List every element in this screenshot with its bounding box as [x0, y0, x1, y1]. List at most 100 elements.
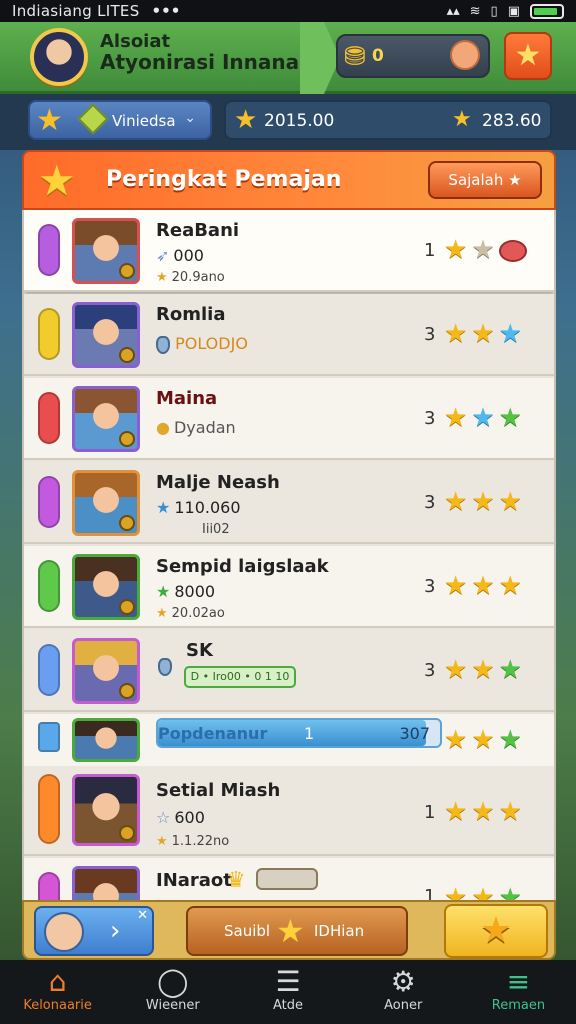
stat-secondary: ★ 20.02ao	[156, 606, 225, 621]
badge-icon	[119, 683, 135, 699]
play-video-button[interactable]: › ✕	[34, 906, 154, 956]
leaderboard-row[interactable]: SK D • Iro00 • 0 1 10 3 ★★★	[24, 630, 554, 712]
resource-bar: ★ Viniedsa ⌄ ★ 2015.00 ★ 283.60	[0, 94, 576, 150]
rank-number: 3	[424, 324, 436, 345]
gem-icon	[77, 103, 109, 135]
action-bar: › ✕ Sauibl ★ IDHian ★	[22, 900, 556, 960]
stat-secondary-value: 1.1.22no	[171, 834, 230, 849]
play-icon: ›	[110, 916, 121, 946]
header-arrow-decoration	[300, 22, 340, 94]
player-name: Alsoiat Atyonirasi Innanasi	[100, 32, 318, 73]
trophy-star-icon: ★	[38, 156, 76, 205]
stat-primary-value: 110.060	[174, 498, 241, 517]
avatar	[72, 718, 140, 762]
player-name: ReaBani	[156, 220, 240, 241]
rank-pill	[38, 560, 60, 612]
leaderboard-row[interactable]: Romlia POLODJO 3 ★★★	[24, 294, 554, 376]
carrier-label: Indiasiang LITES	[12, 2, 140, 20]
rank-number: 3	[424, 576, 436, 597]
header-star-button[interactable]: ★	[504, 32, 552, 80]
star-icon: ★	[444, 235, 472, 265]
badge-icon	[119, 515, 135, 531]
rank-pill	[38, 476, 60, 528]
status-dots: •••	[151, 2, 181, 20]
leaderboard-row[interactable]: Setial Miash ☆ 600 ★ 1.1.22no 1 ★★★	[24, 766, 554, 856]
star-icon: ★	[471, 487, 499, 517]
avatar	[44, 912, 84, 952]
stat-primary-value: Dyadan	[173, 418, 236, 437]
home-icon: ⌂	[48, 965, 67, 998]
leaderboard-row[interactable]: Sempid laigslaak ★ 8000 ★ 20.02ao 3 ★★★	[24, 546, 554, 628]
nav-item-5[interactable]: ≡ Remaen	[461, 960, 576, 1024]
avatar	[72, 470, 140, 536]
league-dropdown[interactable]: ★ Viniedsa ⌄	[28, 100, 212, 140]
star-icon: ★	[444, 403, 472, 433]
star-icon: ★	[444, 725, 472, 755]
stat-secondary-value: 20.9ano	[171, 270, 225, 285]
badge-icon	[119, 263, 135, 279]
leaderboard-row[interactable]: ReaBani ➶ 000 ★ 20.9ano 1 ★★	[24, 210, 554, 292]
progress-value-left: 1	[304, 724, 315, 743]
star-icon: ★	[156, 582, 171, 601]
player-name: SK	[186, 640, 213, 661]
character-face-icon	[450, 40, 480, 70]
badge-icon	[119, 431, 135, 447]
rank-pill	[38, 644, 60, 696]
leaderboard-row[interactable]: Maina ● Dyadan 3 ★★★	[24, 378, 554, 460]
player-name: Romlia	[156, 304, 226, 325]
filter-button[interactable]: Sajalah ★	[428, 161, 542, 199]
player-name: Setial Miash	[156, 780, 281, 801]
leaderboard-list[interactable]: ReaBani ➶ 000 ★ 20.9ano 1 ★★ Romlia POLODJ…	[22, 210, 556, 904]
avatar	[72, 218, 140, 284]
star-action-button[interactable]: ★	[444, 904, 548, 958]
status-bar: Indiasiang LITES ••• ▴▴ ≋ ▯ ▣	[0, 0, 576, 22]
player-name: Malje Neash	[156, 472, 280, 493]
stat-secondary-value: 20.02ao	[171, 606, 225, 621]
star-icon: ★	[452, 107, 472, 132]
gem-icon	[156, 335, 170, 354]
gear-icon: ⚙	[390, 965, 416, 998]
leaderboard-row[interactable]: INaraot ♛ 1 ★★★	[24, 858, 554, 904]
gold-value: 0	[372, 46, 384, 66]
nav-item-3[interactable]: ☰ Atde	[230, 960, 345, 1024]
leaderboard-row-current[interactable]: Popdenanur 1 307 ★★★	[24, 714, 554, 774]
search-icon: ◯	[157, 965, 189, 998]
rank-pill	[38, 308, 60, 360]
rank-number: 1	[424, 240, 436, 261]
nav-home[interactable]: ⌂ Kelonaarie	[0, 960, 115, 1024]
star-rating: ★★★	[444, 320, 526, 348]
bottom-nav: ⌂ Kelonaarie ◯ Wieener ☰ Atde ⚙ Aoner ≡ …	[0, 960, 576, 1024]
signal-icon: ▴▴	[446, 3, 460, 19]
star-icon: ★	[444, 655, 472, 685]
nav-item-3-label: Atde	[273, 998, 304, 1013]
stat-primary: POLODJO	[156, 334, 248, 354]
nav-item-2-label: Wieener	[145, 998, 200, 1013]
progress-name: Popdenanur	[158, 724, 268, 743]
star-icon: ★	[498, 655, 526, 685]
star-icon: ★	[498, 797, 526, 827]
star-icon: ★	[498, 571, 526, 601]
star-rating: ★★★	[444, 488, 526, 516]
gold-panel[interactable]: ⛃ 0	[336, 34, 490, 78]
nav-item-2[interactable]: ◯ Wieener	[115, 960, 230, 1024]
star-icon: ★	[498, 319, 526, 349]
stat-primary: ★ 8000	[156, 582, 215, 601]
player-avatar[interactable]	[30, 28, 88, 86]
star-icon: ★	[156, 270, 168, 285]
star-rating: ★★★	[444, 726, 526, 754]
league-name: Viniedsa	[112, 112, 176, 130]
stat-secondary: ★ 20.9ano	[156, 270, 225, 285]
close-icon[interactable]: ✕	[137, 908, 148, 923]
star-icon: ★	[498, 725, 526, 755]
star-icon: ★	[471, 725, 499, 755]
leaderboard-row[interactable]: Malje Neash ★ 110.060 Iii02 3 ★★★	[24, 462, 554, 544]
badge-icon	[119, 599, 135, 615]
chevron-down-icon: ⌄	[184, 110, 196, 126]
player-header: Alsoiat Atyonirasi Innanasi ⛃ 0 ★	[0, 22, 576, 94]
avatar	[72, 302, 140, 368]
nav-item-4[interactable]: ⚙ Aoner	[346, 960, 461, 1024]
claim-button[interactable]: Sauibl ★ IDHian	[186, 906, 408, 956]
resource-value-2: 283.60	[482, 111, 542, 131]
status-icons: ▴▴ ≋ ▯ ▣	[446, 3, 564, 19]
star-icon: ☆	[156, 808, 171, 827]
